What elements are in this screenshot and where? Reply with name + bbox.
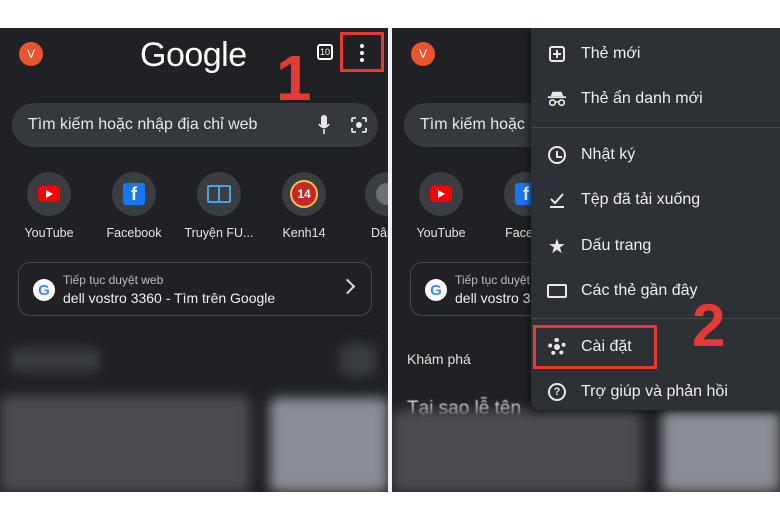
blurred-feed: [0, 338, 388, 492]
youtube-icon: [430, 186, 452, 202]
menu-highlight-box: [340, 32, 384, 72]
menu-item-new-tab[interactable]: Thẻ mới: [531, 34, 780, 74]
dan-icon: [376, 183, 388, 205]
devices-icon: [547, 281, 567, 301]
menu-item-label: Tệp đã tải xuống: [581, 191, 701, 208]
menu-separator: [531, 127, 780, 128]
menu-item-recent-tabs[interactable]: Các thẻ gần đây: [531, 271, 780, 311]
mic-icon[interactable]: [318, 115, 330, 135]
shortcut-kenh14[interactable]: 14 Kenh14: [264, 172, 344, 240]
shortcut-facebook[interactable]: f Facebook: [94, 172, 174, 240]
search-placeholder: Tìm kiếm hoặc nhập địa chỉ web: [28, 116, 258, 133]
continue-browsing-card[interactable]: G Tiếp tục duyệt web dell vostro 3360 - …: [18, 262, 372, 316]
kenh14-icon: 14: [290, 180, 318, 208]
continue-card-title: Tiếp tục duyệt web: [63, 273, 164, 287]
shortcut-label: Dân: [371, 226, 388, 240]
menu-separator: [531, 318, 780, 319]
settings-highlight-box: [533, 325, 657, 369]
step-number-2: 2: [692, 292, 726, 359]
shortcut-truyen[interactable]: Truyện FU...: [179, 172, 259, 240]
chevron-right-icon: [339, 278, 356, 295]
shortcut-label: Truyện FU...: [184, 226, 254, 240]
menu-item-label: Dấu trang: [581, 237, 652, 254]
shortcut-label: YouTube: [24, 226, 74, 240]
menu-item-bookmarks[interactable]: ★ Dấu trang: [531, 226, 780, 266]
book-icon: [207, 185, 231, 203]
shortcut-label: Kenh14: [282, 226, 326, 240]
profile-avatar[interactable]: V: [19, 42, 43, 66]
help-icon: ?: [547, 382, 567, 402]
shortcut-youtube[interactable]: YouTube: [9, 172, 89, 240]
lens-icon[interactable]: [350, 116, 368, 134]
menu-item-label: Trợ giúp và phản hồi: [581, 383, 728, 400]
menu-item-label: Nhật ký: [581, 146, 636, 163]
menu-item-downloads[interactable]: Tệp đã tải xuống: [531, 180, 780, 220]
menu-item-history[interactable]: Nhật ký: [531, 135, 780, 175]
discover-label: Khám phá: [407, 351, 471, 367]
google-g-icon: G: [33, 279, 55, 301]
menu-item-help[interactable]: ? Trợ giúp và phản hồi: [531, 372, 780, 412]
blurred-feed: [392, 410, 780, 492]
google-g-icon: G: [425, 279, 447, 301]
continue-card-title: Tiếp tục duyệt: [455, 273, 530, 287]
left-screenshot-panel: V Google 10 1 Tìm kiếm hoặc nhập địa chỉ…: [0, 28, 388, 492]
continue-card-query: dell vostro 3360 - Tìm trên Google: [63, 290, 276, 306]
tab-switcher-icon[interactable]: 10: [317, 44, 333, 60]
google-logo: Google: [140, 36, 247, 74]
right-screenshot-panel: V Tìm kiếm hoặc YouTube f Facebo G Tiếp …: [392, 28, 780, 492]
new-tab-icon: [547, 44, 567, 64]
history-icon: [547, 145, 567, 165]
step-number-1: 1: [276, 42, 312, 114]
search-placeholder: Tìm kiếm hoặc: [420, 116, 525, 133]
menu-item-label: Thẻ mới: [581, 45, 641, 62]
facebook-icon: f: [123, 183, 145, 205]
shortcut-label: Facebook: [106, 226, 162, 240]
profile-avatar[interactable]: V: [411, 42, 435, 66]
menu-item-label: Các thẻ gần đây: [581, 282, 698, 299]
youtube-icon: [38, 186, 60, 202]
menu-item-incognito[interactable]: Thẻ ẩn danh mới: [531, 79, 780, 119]
download-check-icon: [547, 190, 567, 210]
shortcut-label: YouTube: [416, 226, 466, 240]
shortcut-youtube[interactable]: YouTube: [401, 172, 481, 240]
shortcut-dan[interactable]: Dân: [349, 172, 388, 240]
incognito-icon: [547, 89, 567, 109]
menu-item-label: Thẻ ẩn danh mới: [581, 90, 703, 107]
star-icon: ★: [548, 235, 566, 258]
